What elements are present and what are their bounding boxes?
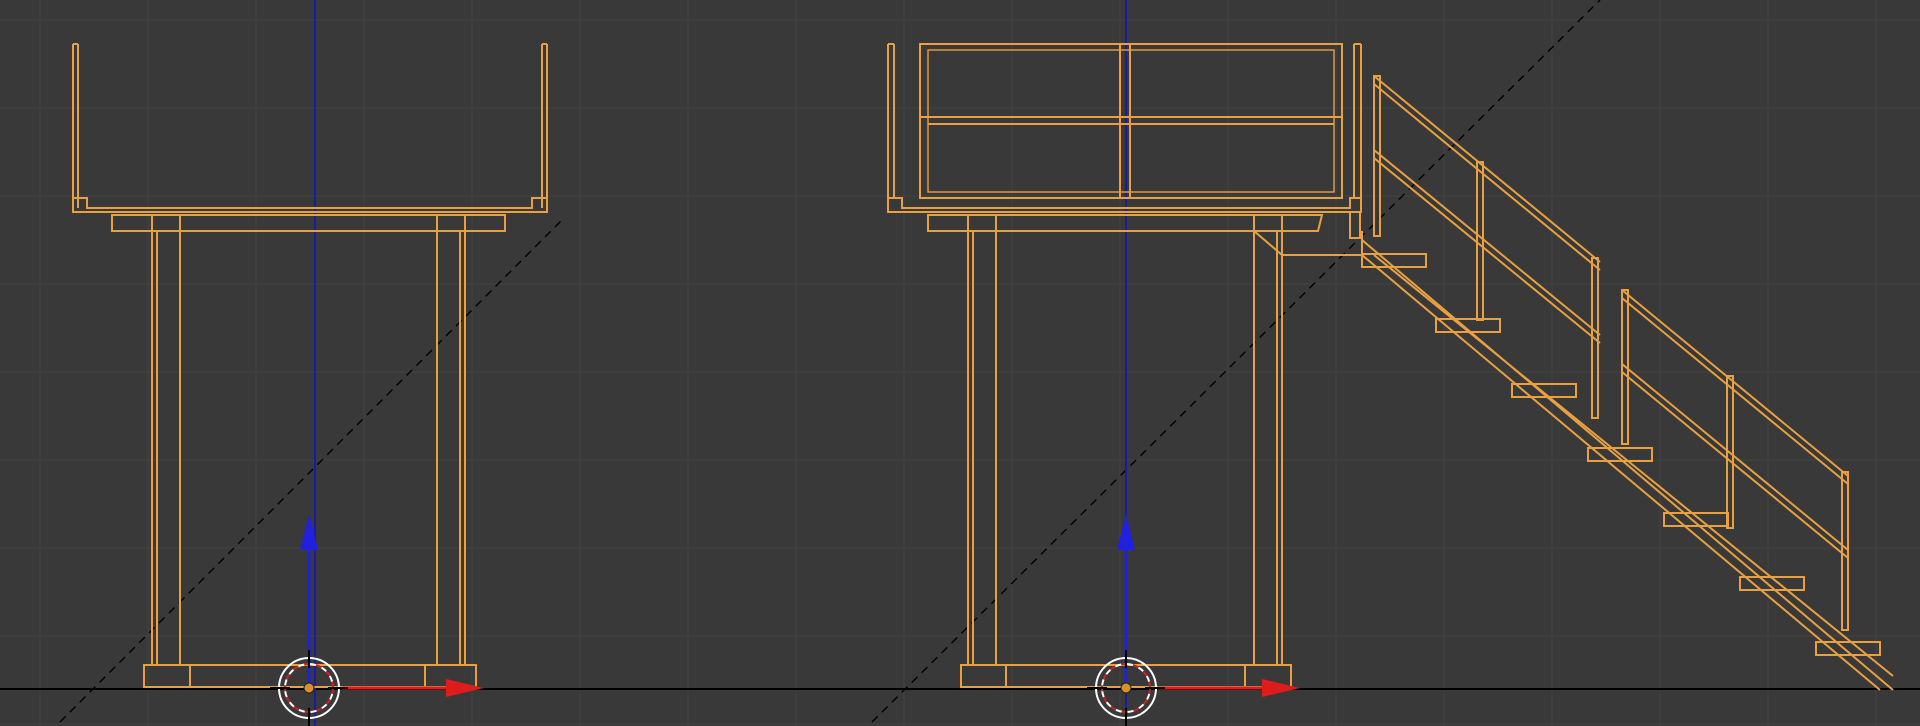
object-origin-icon <box>303 682 315 694</box>
viewport-background[interactable] <box>0 0 1920 726</box>
3d-viewport[interactable] <box>0 0 1920 726</box>
object-origin-icon <box>1120 682 1132 694</box>
